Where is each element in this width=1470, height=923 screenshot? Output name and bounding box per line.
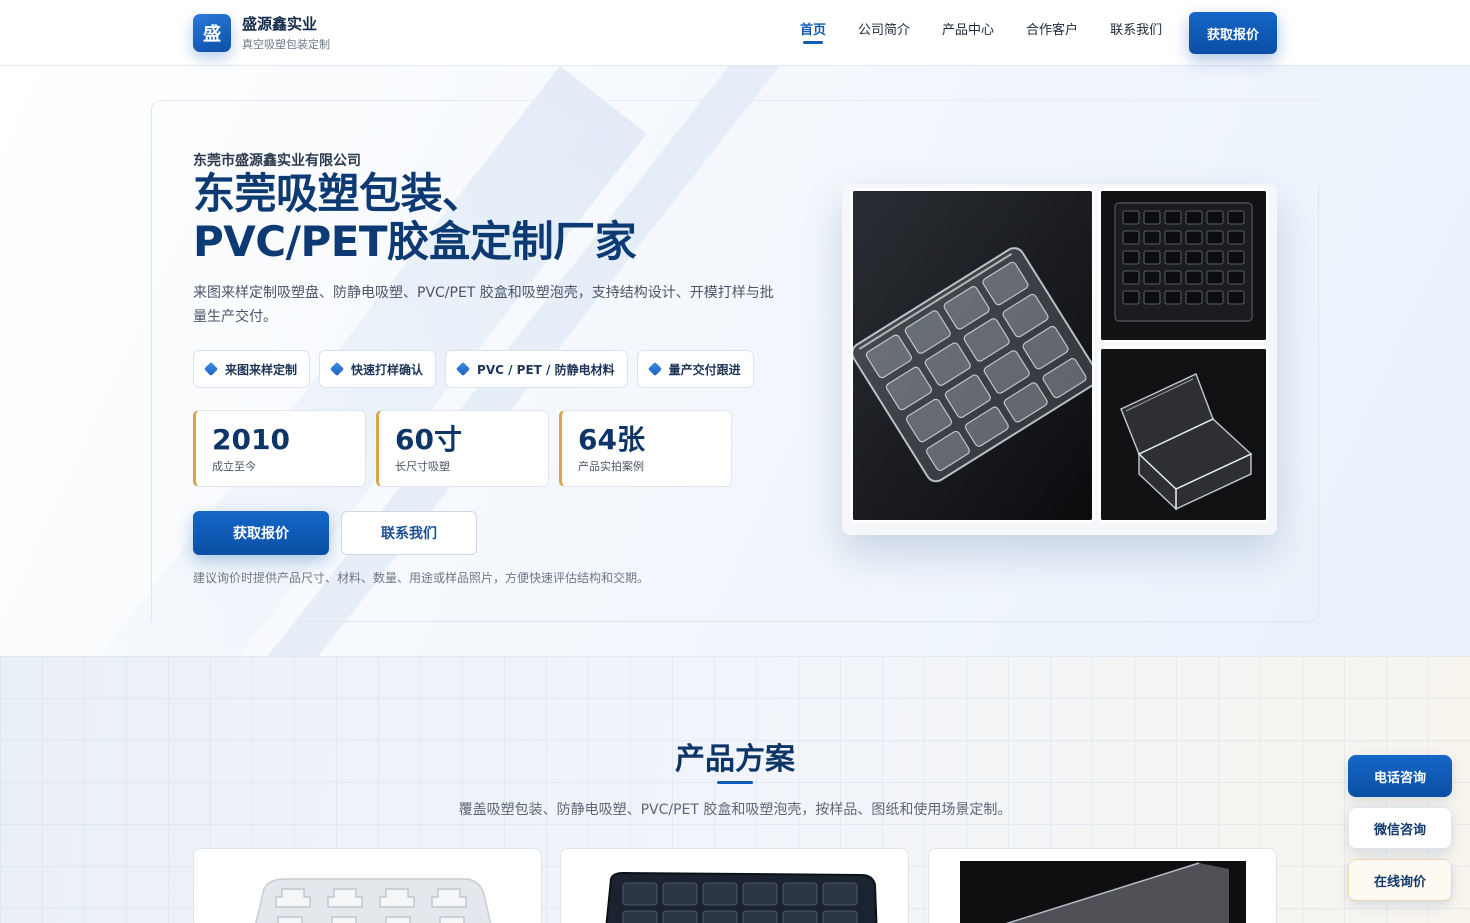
hero-contact-button[interactable]: 联系我们 bbox=[341, 511, 477, 555]
clear-box-illustration bbox=[1101, 349, 1266, 520]
wechat-consult-button[interactable]: 微信咨询 bbox=[1348, 807, 1452, 849]
inquiry-note: 建议询价时提供产品尺寸、材料、数量、用途或样品照片，方便快速评估结构和交期。 bbox=[193, 571, 650, 585]
nav-home[interactable]: 首页 bbox=[800, 0, 826, 62]
feature-tag: PVC / PET / 防静电材料 bbox=[445, 350, 628, 388]
section-title: 产品方案 bbox=[675, 742, 795, 777]
feature-tags: 来图来样定制 快速打样确认 PVC / PET / 防静电材料 量产交付跟进 bbox=[193, 350, 763, 388]
black-tray-illustration bbox=[1101, 191, 1266, 340]
diamond-icon bbox=[455, 361, 471, 377]
header-quote-button[interactable]: 获取报价 bbox=[1189, 12, 1277, 54]
main-nav: 首页 公司简介 产品中心 合作客户 联系我们 bbox=[800, 0, 1194, 66]
feature-tag: 快速打样确认 bbox=[319, 350, 437, 388]
feature-tag-label: 量产交付跟进 bbox=[668, 362, 741, 377]
product-card[interactable] bbox=[193, 848, 542, 923]
diamond-icon bbox=[329, 361, 345, 377]
stat-card: 64张 产品实拍案例 bbox=[559, 410, 732, 487]
nav-contact[interactable]: 联系我们 bbox=[1110, 0, 1162, 62]
feature-tag-label: 快速打样确认 bbox=[351, 362, 424, 377]
nav-clients[interactable]: 合作客户 bbox=[1026, 0, 1078, 62]
product-photo-collage bbox=[842, 184, 1277, 535]
feature-tag: 来图来样定制 bbox=[193, 350, 311, 388]
hero-title-line: PVC/PET胶盒定制厂家 bbox=[193, 217, 637, 266]
stat-card: 60寸 长尺寸吸塑 bbox=[376, 410, 549, 487]
company-name: 东莞市盛源鑫实业有限公司 bbox=[193, 153, 361, 169]
product-card-image bbox=[194, 849, 541, 923]
product-card[interactable] bbox=[560, 848, 909, 923]
brand-name[interactable]: 盛源鑫实业 bbox=[242, 13, 317, 34]
product-card-image bbox=[929, 849, 1276, 923]
logo-icon[interactable]: 盛 bbox=[193, 14, 231, 52]
stat-value: 64张 bbox=[578, 423, 645, 456]
diamond-icon bbox=[203, 361, 219, 377]
feature-tag-label: 来图来样定制 bbox=[225, 362, 298, 377]
hero-section: 东莞市盛源鑫实业有限公司 东莞吸塑包装、 PVC/PET胶盒定制厂家 来图来样定… bbox=[0, 66, 1470, 656]
stat-value: 60寸 bbox=[395, 423, 462, 456]
clear-tray-illustration bbox=[853, 191, 1092, 520]
section-description: 覆盖吸塑包装、防静电吸塑、PVC/PET 胶盒和吸塑泡壳，按样品、图纸和使用场景… bbox=[458, 802, 1012, 818]
stat-label: 长尺寸吸塑 bbox=[395, 460, 450, 473]
feature-tag-label: PVC / PET / 防静电材料 bbox=[477, 362, 615, 377]
stat-value: 2010 bbox=[212, 423, 290, 456]
hero-title: 东莞吸塑包装、 PVC/PET胶盒定制厂家 bbox=[193, 170, 793, 266]
hero-description: 来图来样定制吸塑盘、防静电吸塑、PVC/PET 胶盒和吸塑泡壳，支持结构设计、开… bbox=[193, 285, 774, 325]
feature-tag: 量产交付跟进 bbox=[636, 350, 754, 388]
hero-title-line: 东莞吸塑包装、 bbox=[193, 169, 484, 218]
section-title-underline bbox=[717, 781, 753, 784]
product-photo-clear-tray[interactable] bbox=[850, 188, 1095, 523]
diamond-icon bbox=[647, 361, 662, 377]
online-inquiry-button[interactable]: 在线询价 bbox=[1348, 859, 1452, 901]
stats-row: 2010 成立至今 60寸 长尺寸吸塑 64张 产品实拍案例 bbox=[193, 410, 742, 487]
product-card-image bbox=[561, 849, 908, 923]
products-section: 产品方案 覆盖吸塑包装、防静电吸塑、PVC/PET 胶盒和吸塑泡壳，按样品、图纸… bbox=[0, 656, 1470, 923]
hero-quote-button[interactable]: 获取报价 bbox=[193, 511, 329, 555]
nav-about[interactable]: 公司简介 bbox=[858, 0, 910, 62]
stat-card: 2010 成立至今 bbox=[193, 410, 366, 487]
product-card[interactable] bbox=[928, 848, 1277, 923]
brand-tagline: 真空吸塑包装定制 bbox=[242, 38, 330, 51]
stat-label: 成立至今 bbox=[212, 460, 256, 473]
site-header: 盛 盛源鑫实业 真空吸塑包装定制 首页 公司简介 产品中心 合作客户 联系我们 … bbox=[0, 0, 1470, 66]
nav-products[interactable]: 产品中心 bbox=[942, 0, 994, 62]
stat-label: 产品实拍案例 bbox=[578, 460, 644, 473]
product-photo-black-tray[interactable] bbox=[1098, 188, 1269, 343]
product-photo-clear-box[interactable] bbox=[1098, 346, 1269, 523]
phone-consult-button[interactable]: 电话咨询 bbox=[1348, 755, 1452, 797]
